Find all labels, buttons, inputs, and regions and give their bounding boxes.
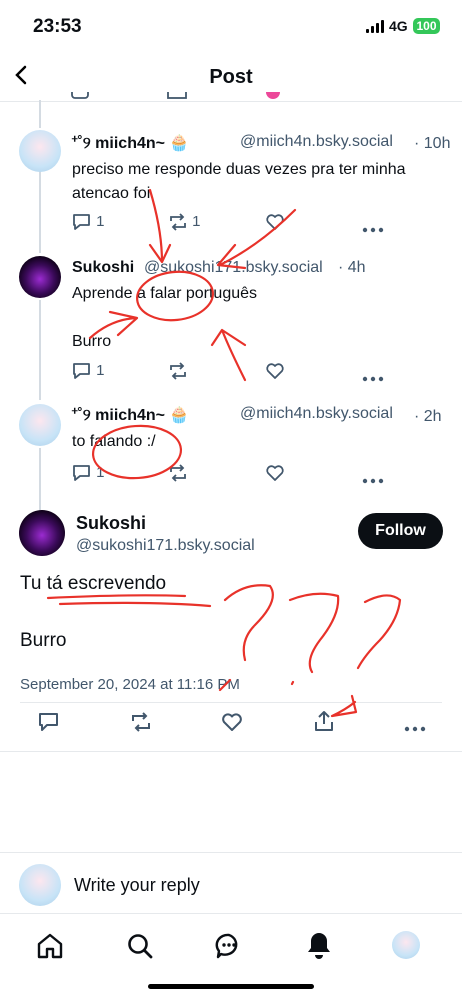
tab-chat[interactable] bbox=[215, 932, 243, 965]
status-bar: 23:53 4G 100 bbox=[0, 0, 462, 56]
heart-icon bbox=[266, 214, 284, 230]
signal-icon bbox=[366, 20, 384, 33]
avatar[interactable] bbox=[19, 404, 61, 446]
more-button[interactable] bbox=[362, 471, 384, 489]
main-post-text-line2: Burro bbox=[20, 630, 67, 651]
reply-count: 1 bbox=[96, 362, 105, 379]
repost-count: 1 bbox=[192, 213, 201, 230]
share-icon bbox=[315, 711, 333, 731]
page-title: Post bbox=[209, 66, 253, 88]
tab-home[interactable] bbox=[36, 932, 64, 965]
reply-composer[interactable]: Write your reply bbox=[74, 875, 200, 896]
status-time: 23:53 bbox=[33, 16, 82, 37]
heart-icon bbox=[266, 465, 284, 481]
post-text: to falando :/ bbox=[72, 433, 156, 450]
main-like-button[interactable] bbox=[221, 712, 243, 737]
avatar[interactable] bbox=[19, 130, 61, 172]
repost-icon bbox=[170, 362, 186, 380]
comment-icon bbox=[73, 465, 90, 481]
repost-icon bbox=[132, 712, 150, 732]
thread-line bbox=[39, 300, 41, 400]
network-type: 4G bbox=[389, 18, 408, 34]
more-button[interactable] bbox=[362, 369, 384, 387]
post-text: Aprende a falar português Burro bbox=[72, 285, 258, 350]
author-handle[interactable]: @miich4n.bsky.social bbox=[240, 405, 393, 423]
annotation-question bbox=[288, 592, 340, 686]
more-icon bbox=[362, 376, 384, 382]
more-icon bbox=[362, 227, 384, 233]
home-icon bbox=[37, 933, 63, 959]
author-handle[interactable]: @sukoshi171.bsky.social bbox=[144, 259, 323, 277]
main-repost-button[interactable] bbox=[130, 712, 152, 737]
repost-button[interactable] bbox=[168, 362, 188, 380]
repost-icon bbox=[170, 464, 186, 482]
more-button[interactable] bbox=[362, 220, 384, 238]
main-post-avatar[interactable] bbox=[19, 510, 65, 556]
thread-line bbox=[39, 168, 41, 253]
thread-line bbox=[39, 448, 41, 510]
divider bbox=[0, 751, 462, 752]
reply-button[interactable]: 1 bbox=[72, 213, 105, 231]
like-button[interactable] bbox=[265, 213, 285, 236]
annotation-question bbox=[330, 594, 402, 718]
main-post-date[interactable]: September 20, 2024 at 11:16 PM bbox=[20, 676, 240, 693]
more-icon bbox=[362, 478, 384, 484]
repost-button[interactable]: 1 bbox=[168, 213, 201, 231]
post-time: · 10h bbox=[414, 135, 451, 152]
comment-icon bbox=[39, 713, 58, 731]
comment-icon bbox=[73, 214, 90, 230]
reply-count: 1 bbox=[96, 213, 105, 230]
bell-icon bbox=[308, 933, 330, 959]
more-icon bbox=[404, 726, 426, 732]
reply-button[interactable]: 1 bbox=[72, 464, 105, 482]
tab-notifications[interactable] bbox=[305, 930, 333, 965]
composer-avatar bbox=[19, 864, 61, 906]
main-more-button[interactable] bbox=[404, 719, 426, 737]
annotation-question bbox=[218, 584, 274, 692]
reply-count: 1 bbox=[96, 464, 105, 481]
main-post-text-line1: Tu tá escrevendo bbox=[20, 573, 167, 594]
author-name[interactable]: ⁺˚୨ miich4n~ 🧁 bbox=[72, 405, 189, 425]
main-post-handle[interactable]: @sukoshi171.bsky.social bbox=[76, 537, 255, 555]
chat-icon bbox=[215, 933, 238, 959]
home-indicator bbox=[148, 984, 314, 989]
like-button[interactable] bbox=[265, 464, 285, 487]
post-time: · 2h bbox=[414, 408, 442, 425]
divider bbox=[0, 852, 462, 853]
follow-button[interactable]: Follow bbox=[358, 513, 443, 549]
thread-line bbox=[39, 100, 41, 128]
author-name[interactable]: ⁺˚୨ miich4n~ 🧁 bbox=[72, 133, 189, 153]
repost-icon bbox=[170, 213, 186, 231]
author-handle[interactable]: @miich4n.bsky.social bbox=[240, 133, 393, 151]
author-name[interactable]: Sukoshi bbox=[72, 259, 134, 277]
main-post-author[interactable]: Sukoshi bbox=[76, 513, 146, 534]
tab-search[interactable] bbox=[126, 932, 154, 965]
post-time: · 4h bbox=[338, 259, 366, 276]
battery-icon: 100 bbox=[413, 18, 440, 34]
post-text: preciso me responde duas vezes pra ter m… bbox=[72, 161, 406, 202]
heart-icon bbox=[222, 713, 242, 731]
reply-button[interactable]: 1 bbox=[72, 362, 105, 380]
repost-button[interactable] bbox=[168, 464, 188, 487]
search-icon bbox=[128, 934, 153, 959]
clipped-action-row bbox=[68, 92, 368, 102]
comment-icon bbox=[73, 363, 90, 379]
main-reply-button[interactable] bbox=[38, 712, 60, 737]
avatar[interactable] bbox=[19, 256, 61, 298]
divider bbox=[20, 702, 442, 703]
tab-profile-avatar[interactable] bbox=[392, 931, 420, 959]
like-button[interactable] bbox=[265, 362, 285, 385]
share-button[interactable] bbox=[313, 710, 335, 737]
heart-icon bbox=[266, 363, 284, 379]
